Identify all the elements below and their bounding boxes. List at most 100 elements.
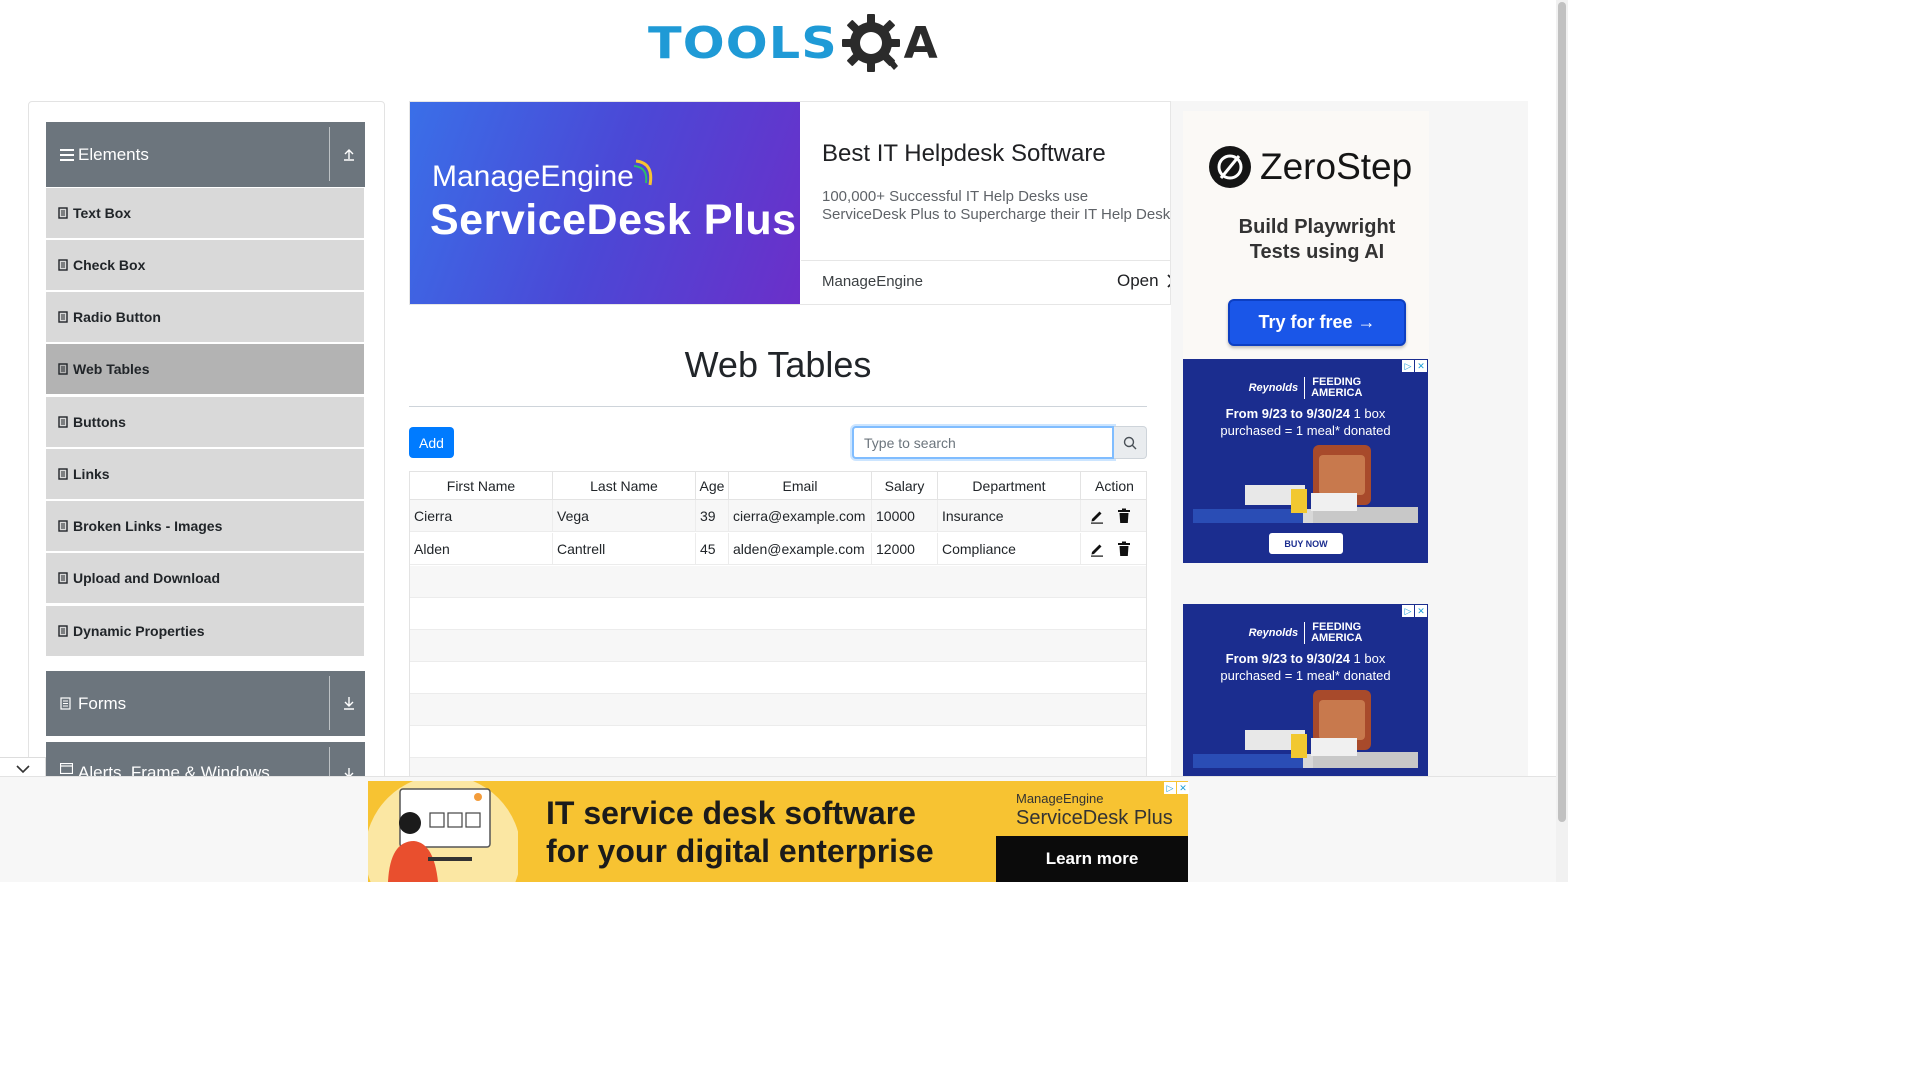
column-header-last-name[interactable]: Last Name <box>553 472 696 500</box>
adchoices-icon[interactable]: ▷ <box>1402 605 1414 617</box>
reynolds-ad-text-line-2: purchased = 1 meal* donated <box>1220 423 1391 438</box>
sidebar-item-label: Broken Links - Images <box>73 518 223 534</box>
document-icon <box>58 259 68 271</box>
column-header-email[interactable]: Email <box>729 472 872 500</box>
delete-trash-icon[interactable] <box>1117 541 1131 557</box>
page-scrollbar-thumb[interactable] <box>1558 2 1566 822</box>
top-ad-banner-image[interactable]: ManageEngine ServiceDesk Plus <box>410 102 800 304</box>
reynolds-ad-logos: Reynolds FEEDING AMERICA <box>1183 377 1428 399</box>
reynolds-products-image <box>1193 445 1418 523</box>
adchoices-icon[interactable]: ▷ <box>1402 360 1414 372</box>
group-header-elements[interactable]: Elements <box>46 122 365 187</box>
group-header-forms[interactable]: Forms <box>46 671 365 736</box>
ad-choices[interactable]: ▷ ✕ <box>1402 360 1427 372</box>
logo-separator <box>1304 622 1306 644</box>
sidebar-item-buttons[interactable]: Buttons <box>46 397 364 447</box>
top-ad-product: ServiceDesk Plus <box>430 196 797 244</box>
document-icon <box>58 311 68 323</box>
reynolds-ad-box-text: 1 box <box>1349 651 1386 666</box>
sidebar-item-check-box[interactable]: Check Box <box>46 240 364 290</box>
sidebar-item-label: Dynamic Properties <box>73 623 205 639</box>
bottom-ad-headline-2: for your digital enterprise <box>546 833 934 869</box>
logo-gear-q: A <box>840 12 938 74</box>
reynolds-products-image <box>1193 690 1418 768</box>
zerostep-logo-icon <box>1209 146 1251 188</box>
sidebar-item-label: Buttons <box>73 414 126 430</box>
zerostep-tagline-line-1: Build Playwright <box>1238 216 1396 238</box>
zerostep-tagline: Build Playwright Tests using AI <box>1183 215 1451 265</box>
top-ad-advertiser: ManageEngine <box>822 273 923 290</box>
bottom-ad-brand: ManageEngine <box>1016 791 1104 806</box>
reynolds-ad-dates: From 9/23 to 9/30/24 <box>1225 406 1350 421</box>
table-row: Cierra Vega 39 cierra@example.com 10000 … <box>410 500 1146 532</box>
column-header-age[interactable]: Age <box>696 472 729 500</box>
top-ad-title[interactable]: Best IT Helpdesk Software <box>822 140 1106 168</box>
edit-pencil-icon[interactable] <box>1089 541 1105 557</box>
reynolds-logo: Reynolds <box>1248 382 1299 394</box>
collapse-up-icon[interactable] <box>341 146 357 162</box>
column-header-department[interactable]: Department <box>938 472 1081 500</box>
zerostep-brand: ZeroStep <box>1208 145 1412 189</box>
swoosh-icon <box>633 159 653 186</box>
search-box <box>852 426 1147 459</box>
gear-icon <box>841 14 900 72</box>
reynolds-ad[interactable]: ▷ ✕ Reynolds FEEDING AMERICA From 9/23 to … <box>1183 359 1428 563</box>
reynolds-ad[interactable]: ▷ ✕ Reynolds FEEDING AMERICA From 9/23 to … <box>1183 604 1428 776</box>
reynolds-ad-logos: Reynolds FEEDING AMERICA <box>1183 622 1428 644</box>
delete-trash-icon[interactable] <box>1117 508 1131 524</box>
toolsqa-logo[interactable]: TOOLS A <box>648 12 938 74</box>
buy-now-button[interactable]: BUY NOW <box>1269 533 1343 554</box>
search-input[interactable] <box>852 426 1114 459</box>
table-row-empty <box>410 694 1146 726</box>
reynolds-ad-dates: From 9/23 to 9/30/24 <box>1225 651 1350 666</box>
top-advertisement[interactable]: ManageEngine ServiceDesk Plus Best IT He… <box>409 101 1171 305</box>
hamburger-icon <box>60 148 74 161</box>
table-row-empty <box>410 662 1146 694</box>
form-icon <box>60 697 74 710</box>
document-icon <box>58 363 68 375</box>
sidebar-item-radio-button[interactable]: Radio Button <box>46 292 364 342</box>
sidebar-item-dynamic-properties[interactable]: Dynamic Properties <box>46 606 364 656</box>
try-for-free-button[interactable]: Try for free → <box>1228 299 1406 346</box>
zerostep-ad-card[interactable]: ZeroStep Build Playwright Tests using AI… <box>1183 111 1429 359</box>
sidebar-item-broken-links-images[interactable]: Broken Links - Images <box>46 501 364 551</box>
sidebar-item-web-tables[interactable]: Web Tables <box>46 344 364 394</box>
group-title-forms: Forms <box>78 693 127 713</box>
ad-choices[interactable]: ▷ ✕ <box>1402 605 1427 617</box>
column-header-salary[interactable]: Salary <box>872 472 938 500</box>
page-scrollbar[interactable] <box>1556 0 1568 882</box>
table-row-empty <box>410 598 1146 630</box>
top-ad-brand: ManageEngine <box>432 160 634 193</box>
close-ad-icon[interactable]: ✕ <box>1415 360 1427 372</box>
group-divider <box>329 747 330 778</box>
zerostep-brand-name: ZeroStep <box>1260 146 1413 187</box>
sidebar-item-upload-and-download[interactable]: Upload and Download <box>46 553 364 603</box>
bottom-advertisement[interactable]: IT service desk software for your digita… <box>368 781 1188 882</box>
bottom-ad-choices[interactable]: ▷ ✕ <box>1164 782 1189 794</box>
sidebar-item-links[interactable]: Links <box>46 449 364 499</box>
sidebar-item-text-box[interactable]: Text Box <box>46 188 364 238</box>
top-ad-open-link[interactable]: Open <box>1117 271 1170 291</box>
edit-pencil-icon[interactable] <box>1089 508 1105 524</box>
sidebar-item-label: Web Tables <box>73 361 150 377</box>
search-button[interactable] <box>1114 426 1147 459</box>
reynolds-logo: Reynolds <box>1248 627 1299 639</box>
expand-down-icon[interactable] <box>341 695 357 711</box>
close-ad-icon[interactable]: ✕ <box>1177 782 1189 794</box>
add-record-button[interactable]: Add <box>409 427 454 458</box>
logo-separator <box>1304 377 1306 399</box>
cell-last-name: Cantrell <box>553 533 696 565</box>
adchoices-icon[interactable]: ▷ <box>1164 782 1176 794</box>
table-row-empty <box>410 630 1146 662</box>
learn-more-button[interactable]: Learn more <box>996 836 1188 882</box>
feeding-america-line-2: AMERICA <box>1311 387 1363 399</box>
search-icon <box>1123 436 1137 449</box>
group-header-alerts-frame-windows[interactable]: Alerts, Frame & Windows <box>46 742 365 778</box>
top-ad-description: 100,000+ Successful IT Help Desks use Se… <box>822 188 1171 223</box>
column-header-first-name[interactable]: First Name <box>410 472 553 500</box>
cell-salary: 10000 <box>872 500 938 532</box>
close-ad-icon[interactable]: ✕ <box>1415 605 1427 617</box>
bottom-ad-headline-1: IT service desk software <box>546 795 916 831</box>
table-header: First Name Last Name Age Email Salary De… <box>410 472 1146 500</box>
top-ad-divider <box>801 260 1170 261</box>
